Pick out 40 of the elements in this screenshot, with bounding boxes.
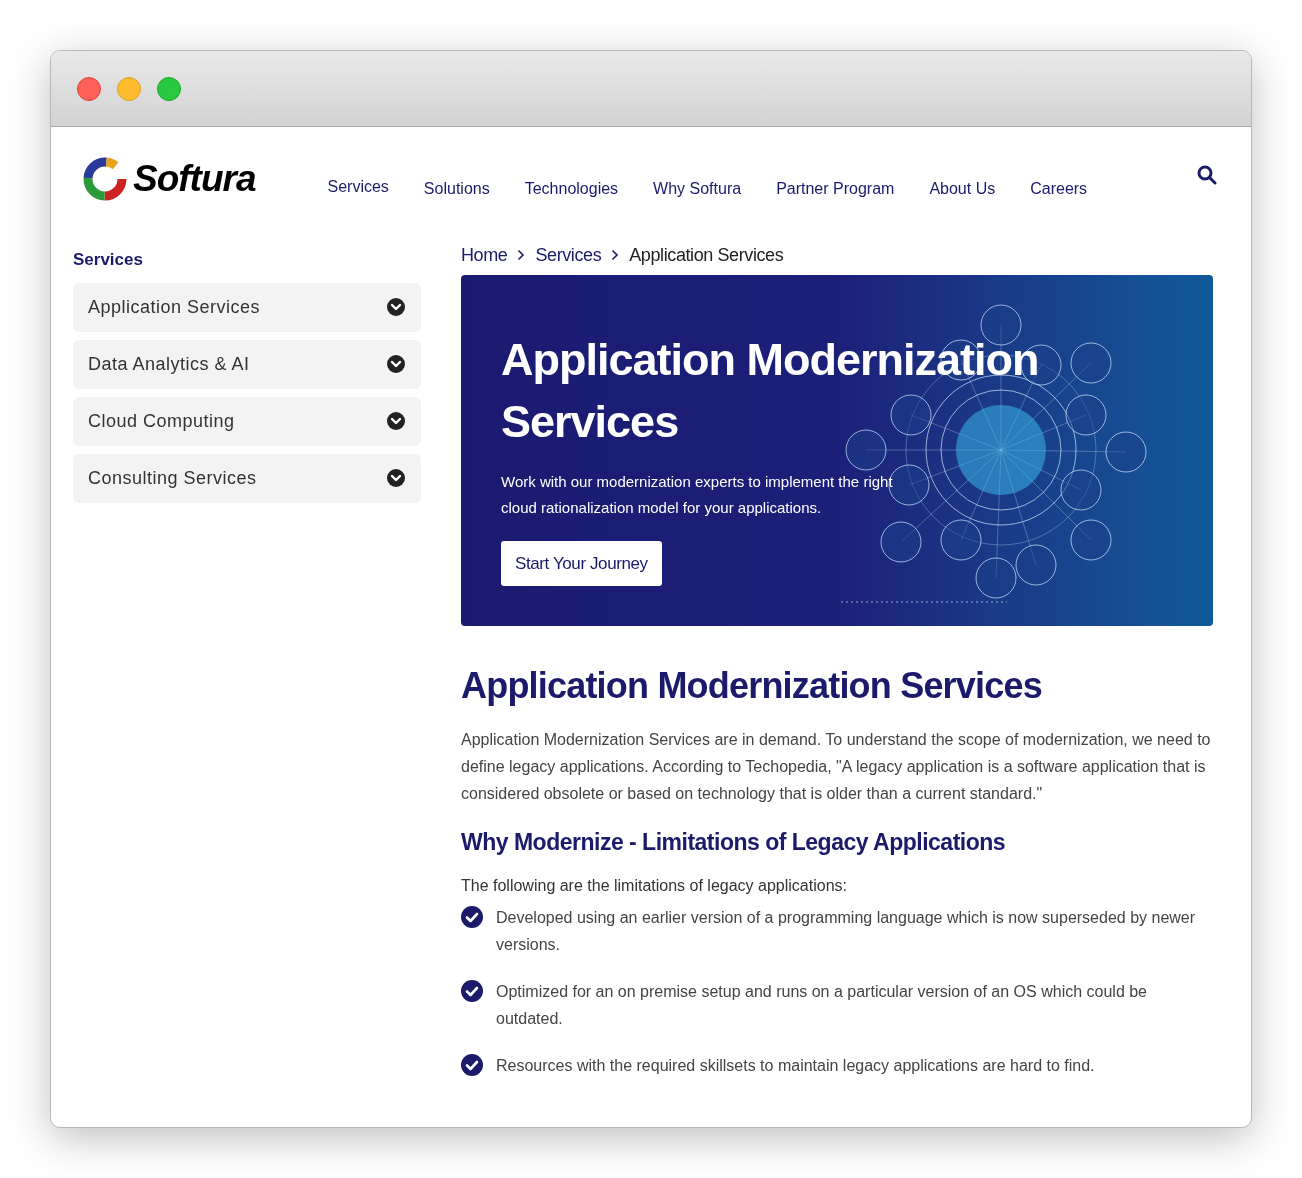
chevron-circle-icon (387, 412, 405, 430)
sidebar-item[interactable]: Cloud Computing (73, 396, 421, 446)
check-circle-icon (461, 905, 483, 928)
close-button[interactable] (77, 76, 101, 101)
nav-link[interactable]: Services (327, 175, 389, 201)
nav-link[interactable]: About Us (929, 177, 996, 201)
nav-link[interactable]: Solutions (423, 177, 490, 201)
hero-text: Work with our modernization experts to implement the right cloud rationalization model for your applications. (501, 472, 894, 518)
intro-paragraph: Application Modernization Services are in demand. To understand the scope of modernization, we need to define legacy applications. According to Techopedia, "A legacy application is a software application that is considered obsolete or based on technology that is older than a current standard." (461, 730, 1212, 804)
check-circle-icon (461, 979, 483, 1002)
hero-title: Application Modernization Services (501, 333, 1040, 449)
sidebar-title: Services (73, 249, 144, 271)
bullet-text: Resources with the required skillsets to maintain legacy applications are hard to find. (496, 1055, 1095, 1076)
minimize-button[interactable] (117, 76, 141, 101)
logo-swirl-icon (83, 156, 127, 201)
breadcrumb-link[interactable]: Application Services (629, 241, 784, 269)
nav-link[interactable]: Technologies (524, 177, 619, 201)
logo-text: Softura (133, 157, 256, 201)
article-title: Application Modernization Services (461, 664, 1043, 708)
nav-link[interactable]: Careers (1030, 177, 1088, 201)
chevron-right-icon (611, 249, 620, 261)
sidebar-item[interactable]: Data Analytics & AI (73, 339, 421, 389)
sidebar-item[interactable]: Consulting Services (73, 453, 421, 503)
section-heading: Why Modernize - Limitations of Legacy Applications (461, 828, 1007, 857)
bullet-text: Developed using an earlier version of a programming language which is now superseded by newer versions. (496, 907, 1197, 955)
chevron-circle-icon (387, 298, 405, 316)
chevron-circle-icon (387, 355, 405, 373)
nav-link[interactable]: Why Softura (653, 177, 742, 201)
check-circle-icon (461, 1053, 483, 1076)
chevron-right-icon (517, 249, 526, 261)
lead-text: The following are the limitations of legacy applications: (461, 875, 848, 896)
start-journey-button[interactable]: Start Your Journey (501, 541, 662, 586)
breadcrumb-link[interactable]: Services (535, 241, 602, 269)
search-icon[interactable] (1197, 165, 1217, 185)
chevron-circle-icon (387, 469, 405, 487)
breadcrumb-link[interactable]: Home (461, 241, 508, 269)
sidebar-item[interactable]: Application Services (73, 282, 421, 332)
bullet-text: Optimized for an on premise setup and runs on a particular version of an OS which could be outdated. (496, 981, 1148, 1029)
nav-link[interactable]: Partner Program (776, 177, 895, 201)
maximize-button[interactable] (157, 76, 181, 101)
